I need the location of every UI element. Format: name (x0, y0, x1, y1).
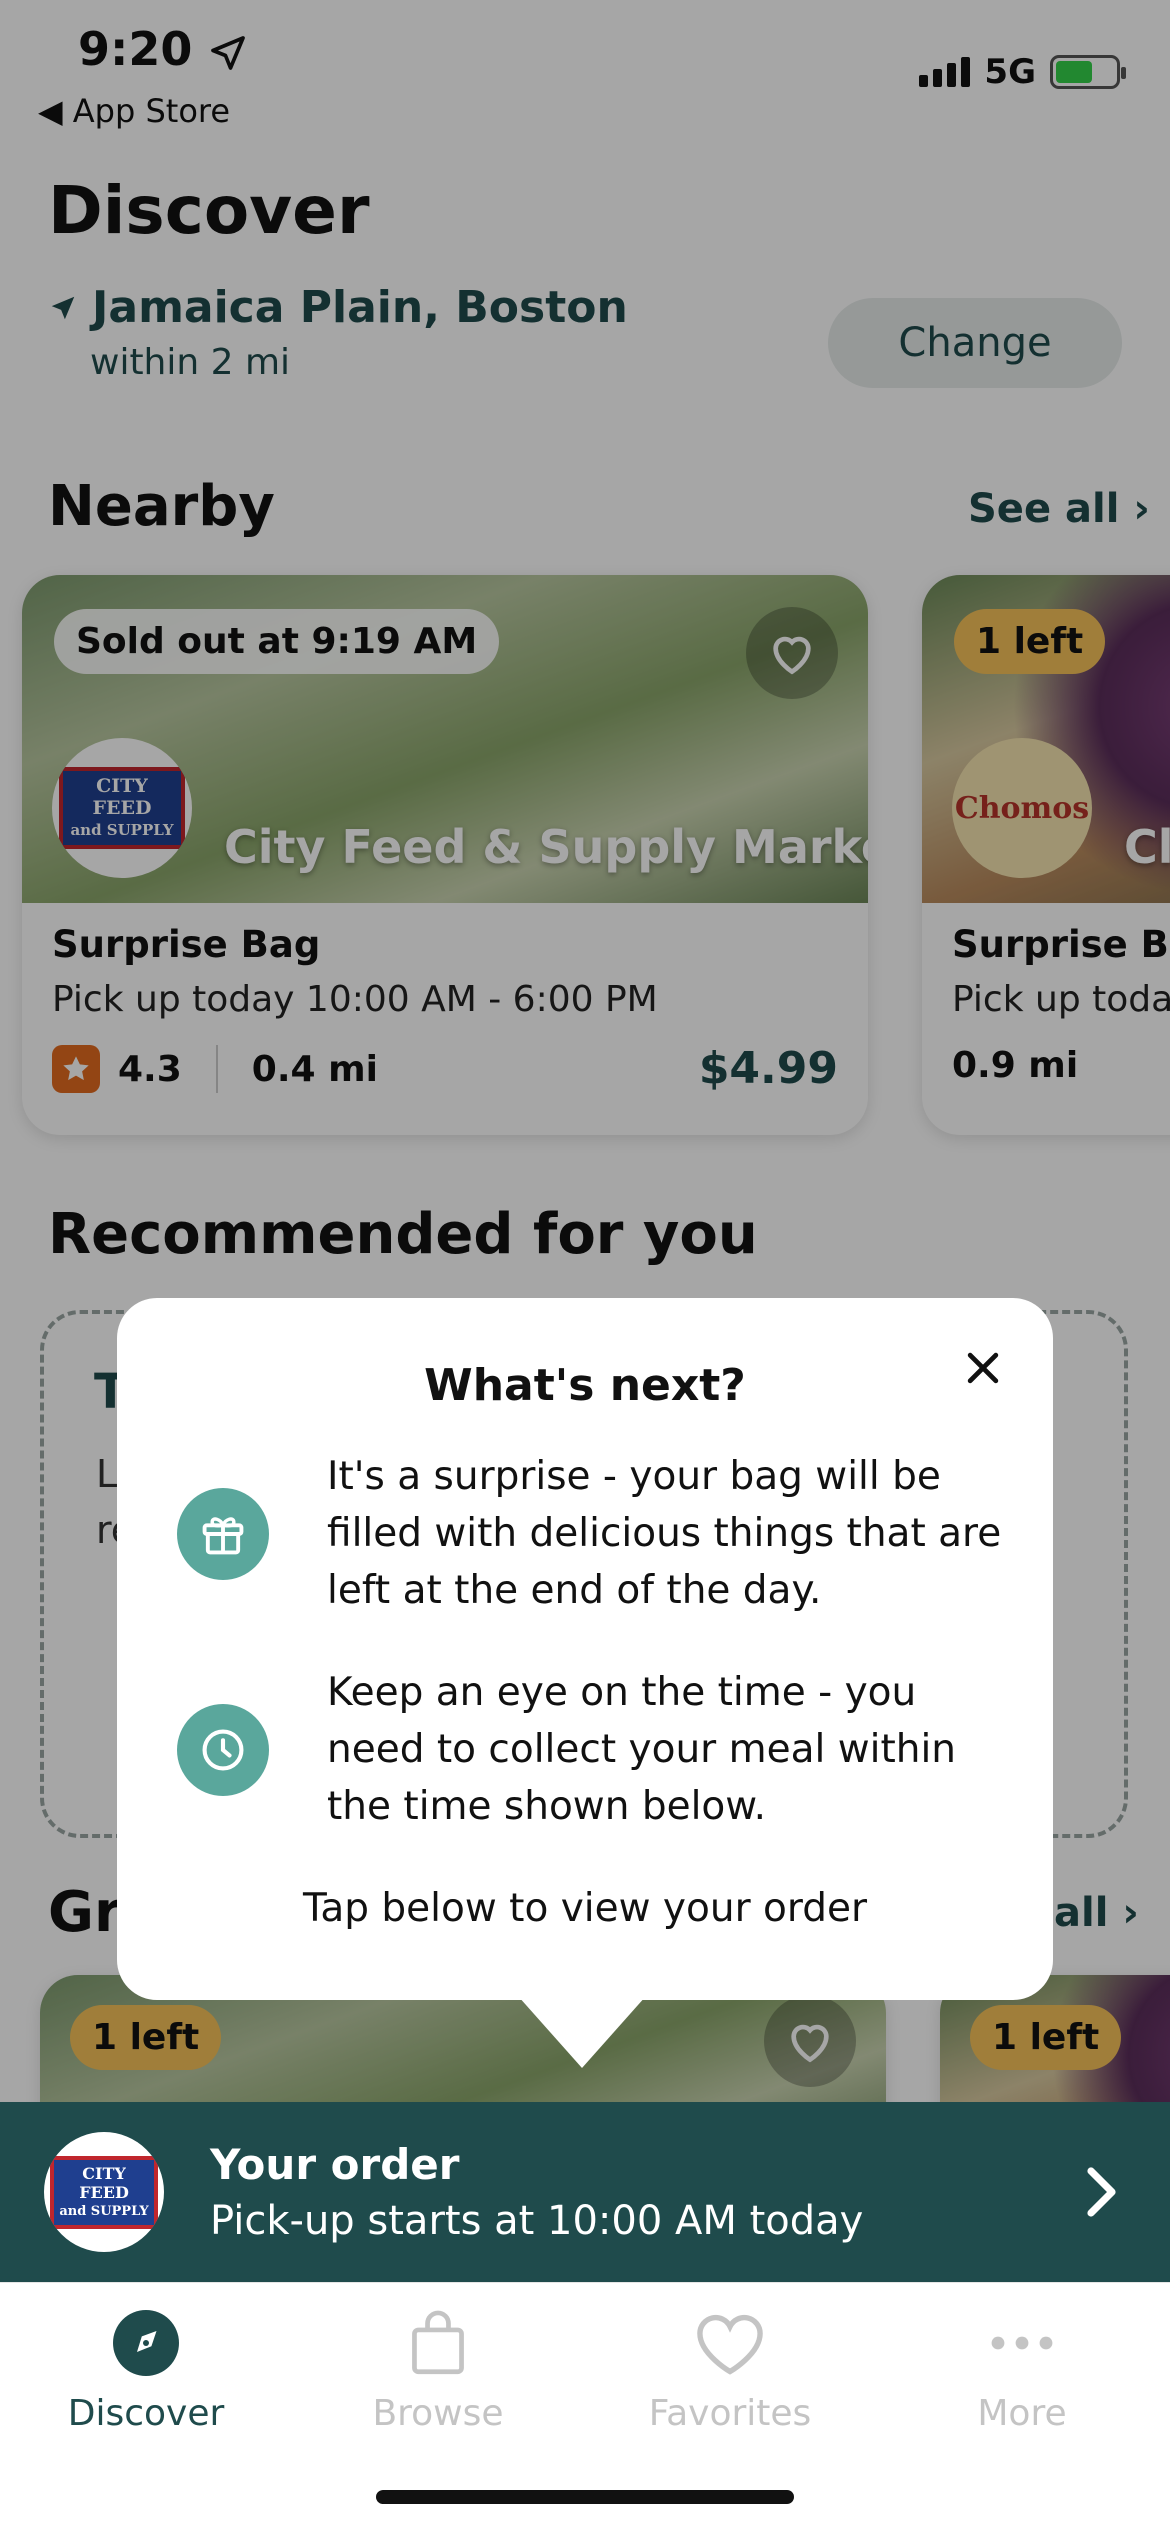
app-screen: 9:20 ◀ App Store 5G Discover Jamaica Pla… (0, 0, 1170, 2532)
tab-label: Discover (67, 2393, 225, 2434)
compass-icon (113, 2310, 179, 2376)
tab-label: More (977, 2393, 1067, 2434)
close-icon (967, 1352, 999, 1384)
order-title: Your order (210, 2140, 460, 2189)
tab-favorites[interactable]: Favorites (584, 2301, 876, 2434)
tab-label: Favorites (648, 2393, 812, 2434)
popover-title: What's next? (424, 1360, 746, 1411)
popover-footer: Tap below to view your order (303, 1886, 867, 1931)
more-icon (991, 2336, 1053, 2350)
heart-icon (697, 2314, 763, 2375)
surprise-explanation: It's a surprise - your bag will be fille… (327, 1454, 1002, 1613)
gift-icon (177, 1488, 269, 1580)
popover-pointer (518, 1996, 646, 2068)
tab-browse[interactable]: Browse (292, 2301, 584, 2434)
tab-label: Browse (372, 2393, 504, 2434)
tab-discover[interactable]: Discover (0, 2301, 292, 2434)
whats-next-popover: What's next? It's a surprise - your bag … (117, 1298, 1053, 2000)
clock-icon (177, 1704, 269, 1796)
order-pickup-time: Pick-up starts at 10:00 AM today (210, 2198, 864, 2244)
home-indicator (376, 2490, 794, 2504)
bag-icon (412, 2310, 464, 2375)
your-order-banner[interactable]: CITY FEED and SUPPLY Your order Pick-up s… (0, 2102, 1170, 2282)
close-button[interactable] (953, 1338, 1013, 1398)
pickup-time-explanation: Keep an eye on the time - you need to co… (327, 1670, 957, 1829)
order-store-logo: CITY FEED and SUPPLY (44, 2132, 164, 2252)
chevron-right-icon (1082, 2162, 1118, 2226)
tab-more[interactable]: More (876, 2301, 1168, 2434)
